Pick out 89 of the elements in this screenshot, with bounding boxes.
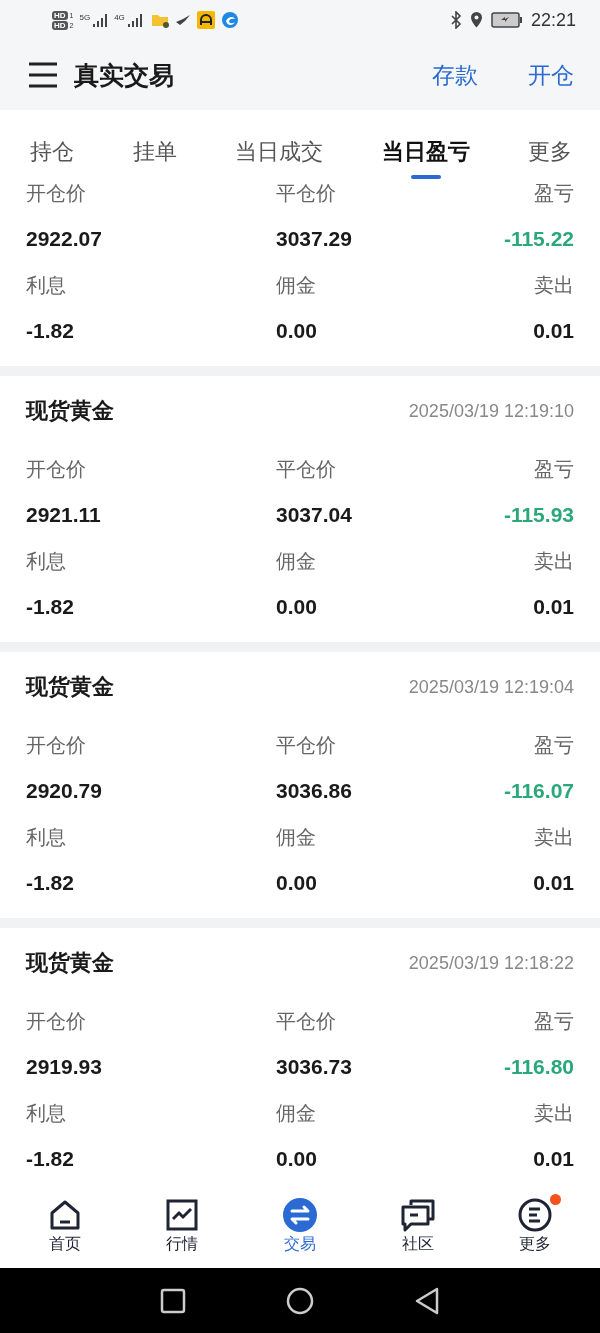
nav-item[interactable]: 行情 (142, 1197, 223, 1255)
field-label: 开仓价 (26, 180, 87, 207)
field-label: 卖出 (534, 547, 574, 575)
field-label: 卖出 (534, 271, 574, 299)
field-value: -1.82 (26, 1147, 75, 1171)
field-label: 佣金 (276, 823, 317, 851)
field-label: 盈亏 (534, 1007, 574, 1035)
more-icon (518, 1197, 553, 1232)
field-label: 利息 (26, 547, 67, 575)
network-type: 4G (114, 13, 125, 22)
field-value: 0.00 (276, 871, 318, 895)
network-type: 5G (79, 13, 91, 22)
chart-icon (166, 1197, 199, 1232)
tab[interactable]: 持仓 (30, 123, 74, 179)
signal-icon (92, 13, 109, 27)
field-value: 3036.73 (276, 1055, 353, 1079)
bird-app-icon (174, 14, 191, 26)
chat-icon (399, 1197, 436, 1232)
instrument-name: 现货黄金 (26, 949, 114, 977)
field-value: 2919.93 (26, 1055, 103, 1079)
nav-item[interactable]: 更多 (495, 1197, 576, 1255)
field-value: 0.01 (533, 319, 574, 343)
field-value: -1.82 (26, 871, 75, 895)
status-time: 22:21 (530, 9, 576, 31)
field-value: 2921.11 (26, 503, 102, 527)
exchange-icon (283, 1197, 317, 1232)
battery-icon (490, 12, 523, 28)
field-value: 3036.86 (276, 779, 353, 803)
trade-time: 2025/03/19 12:19:04 (408, 676, 574, 698)
field-value: -1.82 (26, 595, 75, 619)
back-icon[interactable] (414, 1286, 440, 1315)
trade-time: 2025/03/19 12:18:22 (408, 952, 574, 974)
menu-icon[interactable] (28, 62, 58, 88)
field-label: 卖出 (534, 823, 574, 851)
instrument-name: 现货黄金 (26, 397, 114, 425)
profit-loss-value: -116.07 (503, 779, 574, 803)
nav-item[interactable]: 交易 (260, 1197, 340, 1255)
field-label: 盈亏 (534, 731, 574, 759)
trade-time: 2025/03/19 12:19:10 (408, 400, 574, 422)
field-value: 3037.04 (276, 503, 353, 527)
field-label: 平仓价 (276, 731, 337, 759)
field-value: 2920.79 (26, 779, 103, 803)
field-label: 盈亏 (534, 455, 574, 483)
field-label: 开仓价 (26, 731, 87, 759)
car-app-icon (196, 11, 215, 29)
field-label: 佣金 (276, 1099, 317, 1127)
field-value: 0.01 (533, 871, 574, 895)
field-value: 3037.29 (276, 227, 353, 251)
signal-icon (126, 13, 143, 27)
browser-app-icon (220, 11, 239, 29)
hd-label: HD (52, 10, 68, 20)
field-label: 盈亏 (534, 180, 574, 207)
profit-loss-value: -115.22 (503, 227, 574, 251)
field-label: 利息 (26, 1099, 67, 1127)
field-label: 平仓价 (276, 1007, 337, 1035)
field-value: 0.00 (276, 319, 318, 343)
location-icon (469, 11, 483, 29)
field-label: 平仓价 (276, 180, 337, 207)
folder-app-icon (150, 12, 169, 28)
field-value: 0.00 (276, 595, 318, 619)
nav-item[interactable]: 首页 (24, 1197, 105, 1255)
field-label: 利息 (26, 823, 67, 851)
nav-item[interactable]: 社区 (377, 1197, 458, 1255)
tab[interactable]: 当日成交 (235, 123, 323, 179)
field-label: 开仓价 (26, 455, 87, 483)
recent-apps-icon[interactable] (160, 1287, 186, 1314)
hd-label: HD (52, 20, 68, 30)
field-value: 2922.07 (26, 227, 103, 251)
field-label: 卖出 (534, 1099, 574, 1127)
field-value: 0.01 (533, 1147, 574, 1171)
tab[interactable]: 更多 (528, 123, 572, 179)
field-value: 0.01 (533, 595, 574, 619)
instrument-name: 现货黄金 (26, 673, 114, 701)
open-position-button[interactable]: 开仓 (528, 59, 574, 91)
tab[interactable]: 挂单 (132, 123, 177, 179)
profit-loss-value: -115.93 (503, 503, 574, 527)
field-label: 利息 (26, 271, 67, 299)
field-value: 0.00 (276, 1147, 318, 1171)
page-title: 真实交易 (74, 59, 175, 92)
profit-loss-value: -116.80 (503, 1055, 574, 1079)
field-label: 平仓价 (276, 455, 337, 483)
bluetooth-icon (449, 11, 462, 29)
tab[interactable]: 当日盈亏 (381, 123, 470, 179)
field-value: -1.82 (26, 319, 75, 343)
deposit-button[interactable]: 存款 (432, 59, 478, 91)
home-button-icon[interactable] (286, 1286, 314, 1315)
field-label: 佣金 (276, 547, 317, 575)
field-label: 开仓价 (26, 1007, 87, 1035)
field-label: 佣金 (276, 271, 317, 299)
